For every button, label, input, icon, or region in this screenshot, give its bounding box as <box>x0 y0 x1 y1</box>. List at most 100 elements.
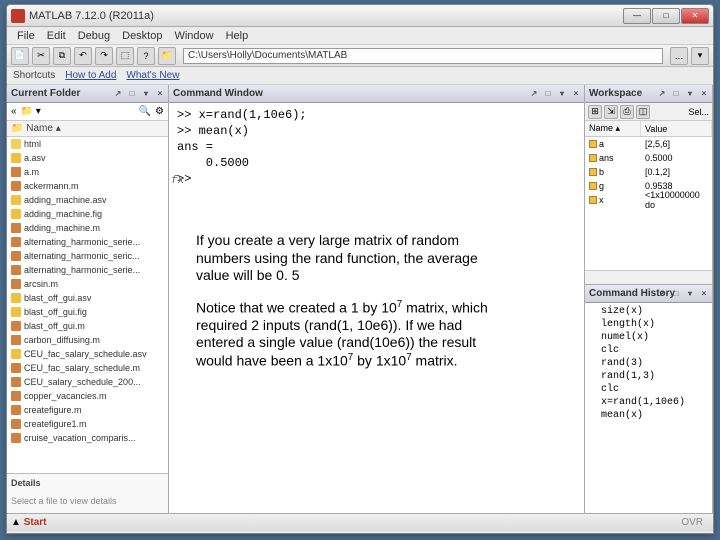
workspace-table[interactable]: Name ▴ Value a[2,5,6]ans0.5000b[0.1,2]g0… <box>585 121 712 270</box>
ws-import-icon[interactable]: ⇲ <box>604 105 618 119</box>
new-icon[interactable]: 📄 <box>11 47 29 65</box>
list-item[interactable]: adding_machine.asv <box>7 193 168 207</box>
menu-file[interactable]: File <box>11 30 41 42</box>
command-window-label: Command Window <box>173 88 263 99</box>
list-item[interactable]: createfigure1.m <box>7 417 168 431</box>
ws-plot-icon[interactable]: ◫ <box>636 105 650 119</box>
ws-menu-icon[interactable]: ▾ <box>684 88 696 100</box>
fx-icon[interactable]: fx <box>171 175 184 187</box>
list-item[interactable]: ackermann.m <box>7 179 168 193</box>
history-item[interactable]: length(x) <box>589 318 708 331</box>
history-item[interactable]: mean(x) <box>589 409 708 422</box>
path-dropdown-icon[interactable]: ▾ <box>691 47 709 65</box>
redo-icon[interactable]: ↷ <box>95 47 113 65</box>
ws-col-name[interactable]: Name ▴ <box>585 121 641 136</box>
table-row[interactable]: x<1x10000000 do <box>585 193 712 207</box>
file-name-header[interactable]: 📁 Name ▴ <box>7 121 168 137</box>
list-item[interactable]: alternating_harmonic_serie... <box>7 235 168 249</box>
start-button[interactable]: Start <box>24 517 47 528</box>
table-row[interactable]: a[2,5,6] <box>585 137 712 151</box>
list-item[interactable]: carbon_diffusing.m <box>7 333 168 347</box>
menu-desktop[interactable]: Desktop <box>116 30 168 42</box>
folder-search-icon[interactable]: 🔍 <box>139 106 151 117</box>
list-item[interactable]: alternating_harmonic_serie... <box>7 263 168 277</box>
list-item[interactable]: CEU_fac_salary_schedule.m <box>7 361 168 375</box>
current-folder-title[interactable]: Current Folder ↗ □ ▾ × <box>7 85 168 103</box>
list-item[interactable]: blast_off_gui.fig <box>7 305 168 319</box>
menu-window[interactable]: Window <box>168 30 219 42</box>
folder-icon[interactable]: 📁 <box>158 47 176 65</box>
folder-back-icon[interactable]: « <box>11 106 17 117</box>
shortcuts-howto[interactable]: How to Add <box>65 70 116 81</box>
ws-print-icon[interactable]: ⎙ <box>620 105 634 119</box>
history-item[interactable]: rand(3) <box>589 357 708 370</box>
cw-close-icon[interactable]: × <box>570 88 582 100</box>
cut-icon[interactable]: ✂ <box>32 47 50 65</box>
browse-icon[interactable]: … <box>670 47 688 65</box>
ws-col-value[interactable]: Value <box>641 121 712 136</box>
table-row[interactable]: b[0.1,2] <box>585 165 712 179</box>
table-row[interactable]: ans0.5000 <box>585 151 712 165</box>
history-list[interactable]: size(x) length(x) numel(x) clc rand(3) r… <box>585 303 712 513</box>
menu-debug[interactable]: Debug <box>72 30 116 42</box>
panel-undock-icon[interactable]: ↗ <box>112 88 124 100</box>
ws-undock-icon[interactable]: ↗ <box>656 88 668 100</box>
ws-scrollbar[interactable] <box>585 270 712 284</box>
list-item[interactable]: blast_off_gui.asv <box>7 291 168 305</box>
list-item[interactable]: adding_machine.m <box>7 221 168 235</box>
ws-max-icon[interactable]: □ <box>670 88 682 100</box>
cw-prompt[interactable]: >> <box>177 171 576 187</box>
copy-icon[interactable]: ⧉ <box>53 47 71 65</box>
ch-menu-icon[interactable]: ▾ <box>684 288 696 300</box>
history-item[interactable]: size(x) <box>589 305 708 318</box>
ws-new-icon[interactable]: ⊞ <box>588 105 602 119</box>
folder-select-icon[interactable]: 📁 ▾ <box>21 106 41 117</box>
list-item[interactable]: adding_machine.fig <box>7 207 168 221</box>
shortcuts-whatsnew[interactable]: What's New <box>126 70 179 81</box>
ws-select-button[interactable]: Sel... <box>688 107 709 117</box>
history-item[interactable]: clc <box>589 344 708 357</box>
maximize-button[interactable]: □ <box>652 8 680 24</box>
list-item[interactable]: CEU_fac_salary_schedule.asv <box>7 347 168 361</box>
ws-close-icon[interactable]: × <box>698 88 710 100</box>
command-window-title[interactable]: Command Window ↗ □ ▾ × <box>169 85 584 103</box>
simulink-icon[interactable]: ⬚ <box>116 47 134 65</box>
titlebar[interactable]: MATLAB 7.12.0 (R2011a) — □ ✕ <box>7 5 713 27</box>
ch-undock-icon[interactable]: ↗ <box>656 288 668 300</box>
ch-close-icon[interactable]: × <box>698 288 710 300</box>
history-item[interactable]: numel(x) <box>589 331 708 344</box>
minimize-button[interactable]: — <box>623 8 651 24</box>
list-item[interactable]: arcsin.m <box>7 277 168 291</box>
path-input[interactable]: C:\Users\Holly\Documents\MATLAB <box>183 48 663 64</box>
start-icon[interactable]: ▲ <box>11 517 21 528</box>
list-item[interactable]: a.asv <box>7 151 168 165</box>
menu-help[interactable]: Help <box>220 30 255 42</box>
help-icon[interactable]: ? <box>137 47 155 65</box>
list-item[interactable]: CEU_salary_schedule_200... <box>7 375 168 389</box>
panel-close-icon[interactable]: × <box>154 88 166 100</box>
ch-max-icon[interactable]: □ <box>670 288 682 300</box>
list-item[interactable]: html <box>7 137 168 151</box>
history-item[interactable]: clc <box>589 383 708 396</box>
panel-max-icon[interactable]: □ <box>126 88 138 100</box>
history-item[interactable]: rand(1,3) <box>589 370 708 383</box>
list-item[interactable]: createfigure.m <box>7 403 168 417</box>
history-item[interactable]: x=rand(1,10e6) <box>589 396 708 409</box>
workspace-title[interactable]: Workspace ↗ □ ▾ × <box>585 85 712 103</box>
menu-edit[interactable]: Edit <box>41 30 72 42</box>
list-item[interactable]: copper_vacancies.m <box>7 389 168 403</box>
list-item[interactable]: alternating_harmonic_seric... <box>7 249 168 263</box>
list-item[interactable]: blast_off_gui.m <box>7 319 168 333</box>
cw-max-icon[interactable]: □ <box>542 88 554 100</box>
file-list[interactable]: htmla.asva.mackermann.madding_machine.as… <box>7 137 168 473</box>
close-button[interactable]: ✕ <box>681 8 709 24</box>
workspace-panel: Workspace ↗ □ ▾ × ⊞ ⇲ ⎙ ◫ Sel... <box>585 85 713 285</box>
cw-undock-icon[interactable]: ↗ <box>528 88 540 100</box>
list-item[interactable]: cruise_vacation_comparis... <box>7 431 168 445</box>
list-item[interactable]: a.m <box>7 165 168 179</box>
panel-menu-icon[interactable]: ▾ <box>140 88 152 100</box>
command-history-title[interactable]: Command History ↗ □ ▾ × <box>585 285 712 303</box>
folder-gear-icon[interactable]: ⚙ <box>155 106 164 117</box>
undo-icon[interactable]: ↶ <box>74 47 92 65</box>
cw-menu-icon[interactable]: ▾ <box>556 88 568 100</box>
